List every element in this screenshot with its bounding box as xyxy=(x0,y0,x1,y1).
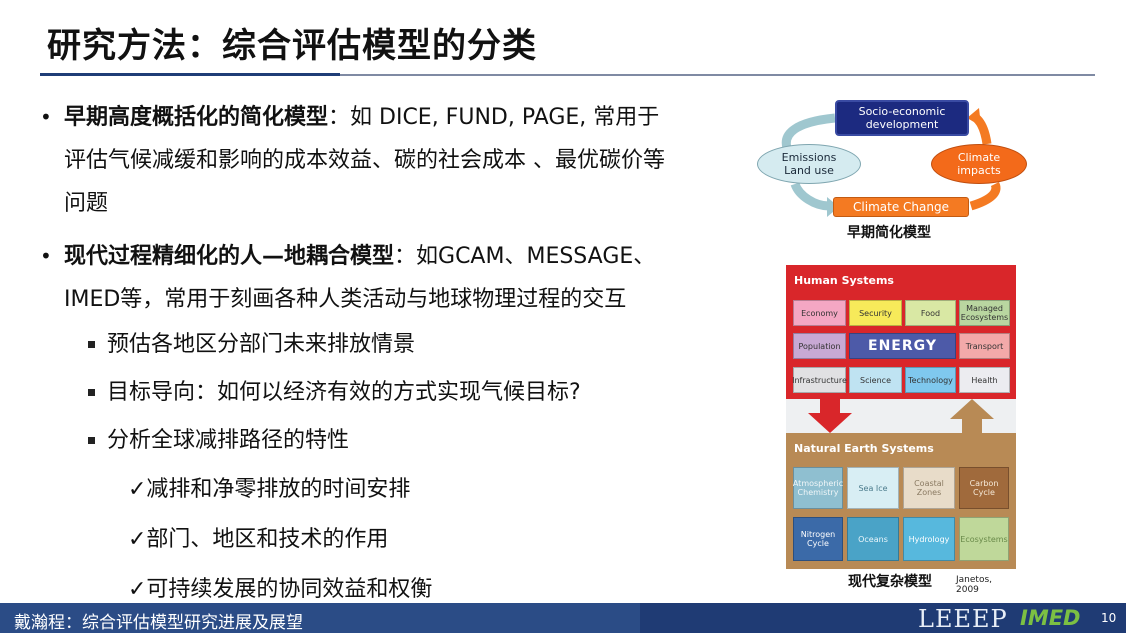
human-systems-label: Human Systems xyxy=(794,274,894,287)
node-label: Land use xyxy=(784,164,834,177)
footer-bar: 戴瀚程：综合评估模型研究进展及展望 LEEEP IMED 10 xyxy=(0,603,1126,633)
square-bullet xyxy=(88,437,95,444)
interaction-arrows xyxy=(808,399,994,433)
page-number: 10 xyxy=(1101,611,1117,625)
cell-sea-ice: Sea Ice xyxy=(847,467,899,509)
bullet-early-text-3: 问题 xyxy=(64,191,109,216)
imed-logo: IMED xyxy=(1020,606,1081,630)
complex-model-diagram: Human Systems Economy Security Food Mana… xyxy=(786,265,1016,595)
cell-atmospheric-chemistry: Atmospheric Chemistry xyxy=(793,467,843,509)
cell-managed-ecosystems: Managed Ecosystems xyxy=(959,300,1010,326)
cell-oceans: Oceans xyxy=(847,517,899,561)
arrow-emissions-to-change xyxy=(790,182,830,211)
human-systems-panel: Human Systems Economy Security Food Mana… xyxy=(786,265,1016,399)
title-divider-accent xyxy=(40,73,340,76)
bullet-modern-text-2: IMED等，常用于刻画各种人类活动与地球物理过程的交互 xyxy=(64,287,627,312)
early-model-caption: 早期简化模型 xyxy=(847,225,931,241)
bullet-modern-models: • 现代过程精细化的人—地耦合模型：如GCAM、MESSAGE、 IMED等，常… xyxy=(40,235,740,321)
cell-label: Carbon xyxy=(969,479,999,488)
square-bullet xyxy=(88,389,95,396)
complex-model-caption: 现代复杂模型 xyxy=(848,574,932,590)
sub-bullet-text: 分析全球减排路径的特性 xyxy=(107,428,350,453)
cell-label: Zones xyxy=(916,488,942,497)
cell-economy: Economy xyxy=(793,300,846,326)
cell-health: Health xyxy=(959,367,1010,393)
bullet-list: • 早期高度概括化的简化模型：如 DICE, FUND, PAGE, 常用于 评… xyxy=(40,96,740,615)
climate-change-node: Climate Change xyxy=(833,197,969,217)
arrow-change-to-impacts xyxy=(969,181,1001,211)
node-label: impacts xyxy=(957,164,1001,177)
early-model-diagram: Socio-economic development Emissions Land … xyxy=(755,96,1027,244)
emissions-node: Emissions Land use xyxy=(757,144,861,184)
natural-systems-label: Natural Earth Systems xyxy=(794,442,934,455)
sub-bullet-emissions: 预估各地区分部门未来排放情景 xyxy=(40,321,740,369)
cell-label: Cycle xyxy=(973,488,995,497)
title-divider xyxy=(40,73,1095,76)
cell-nitrogen-cycle: Nitrogen Cycle xyxy=(793,517,843,561)
cell-transport: Transport xyxy=(959,333,1010,359)
slide-title: 研究方法：综合评估模型的分类 xyxy=(47,26,537,66)
arrow-band xyxy=(786,399,1016,433)
citation: Janetos, 2009 xyxy=(956,575,992,595)
node-label: Emissions xyxy=(781,151,837,164)
node-label: development xyxy=(865,118,939,131)
cell-label: Managed xyxy=(966,304,1003,313)
arrow-up-icon xyxy=(950,399,994,433)
bullet-dot: • xyxy=(40,105,52,129)
cell-label: Chemistry xyxy=(797,488,839,497)
cell-label: Ecosystems xyxy=(960,313,1009,322)
cell-label: Coastal xyxy=(914,479,944,488)
sub-bullet-pathways: 分析全球减排路径的特性 xyxy=(40,417,740,465)
footer-presenter-title: 戴瀚程：综合评估模型研究进展及展望 xyxy=(14,613,303,633)
leeep-logo: LEEEP xyxy=(918,605,1008,633)
square-bullet xyxy=(88,341,95,348)
bullet-early-models: • 早期高度概括化的简化模型：如 DICE, FUND, PAGE, 常用于 评… xyxy=(40,96,740,225)
cell-label: Cycle xyxy=(807,539,829,548)
natural-earth-systems-panel: Natural Earth Systems Atmospheric Chemist… xyxy=(786,433,1016,569)
bullet-modern-text-1: ：如GCAM、MESSAGE、 xyxy=(394,244,656,269)
sub-bullet-text: 预估各地区分部门未来排放情景 xyxy=(107,332,416,357)
cell-coastal-zones: Coastal Zones xyxy=(903,467,955,509)
cell-security: Security xyxy=(849,300,902,326)
cell-science: Science xyxy=(849,367,902,393)
cell-food: Food xyxy=(905,300,956,326)
arrow-down-icon xyxy=(808,399,852,433)
socio-economic-node: Socio-economic development xyxy=(835,100,969,136)
bullet-early-title: 早期高度概括化的简化模型 xyxy=(64,105,329,130)
footer-left-band: 戴瀚程：综合评估模型研究进展及展望 xyxy=(0,603,640,633)
arrowhead-orange xyxy=(967,108,981,126)
bullet-early-text-1: ：如 DICE, FUND, PAGE, 常用于 xyxy=(328,105,660,130)
cell-carbon-cycle: Carbon Cycle xyxy=(959,467,1009,509)
cell-energy: ENERGY xyxy=(849,333,956,359)
node-label: Climate xyxy=(957,151,1001,164)
check-item-roles: ✓部门、地区和技术的作用 xyxy=(128,527,389,552)
bullet-dot: • xyxy=(40,244,52,268)
cell-ecosystems: Ecosystems xyxy=(959,517,1009,561)
cell-label: Atmospheric xyxy=(792,479,844,488)
cell-technology: Technology xyxy=(905,367,956,393)
cell-infrastructure: Infrastructure xyxy=(792,367,847,393)
climate-impacts-node: Climate impacts xyxy=(931,144,1027,184)
cell-label: Nitrogen xyxy=(800,530,836,539)
cell-population: Population xyxy=(793,333,846,359)
sub-bullet-text: 目标导向：如何以经济有效的方式实现气候目标? xyxy=(107,380,581,405)
node-label: Socio-economic xyxy=(858,105,946,118)
check-item-timing: ✓减排和净零排放的时间安排 xyxy=(128,477,411,502)
cell-hydrology: Hydrology xyxy=(903,517,955,561)
sub-bullet-target: 目标导向：如何以经济有效的方式实现气候目标? xyxy=(40,369,740,417)
bullet-modern-title: 现代过程精细化的人—地耦合模型 xyxy=(64,244,395,269)
bullet-early-text-2: 评估气候减缓和影响的成本效益、碳的社会成本 、最优碳价等 xyxy=(64,148,665,173)
